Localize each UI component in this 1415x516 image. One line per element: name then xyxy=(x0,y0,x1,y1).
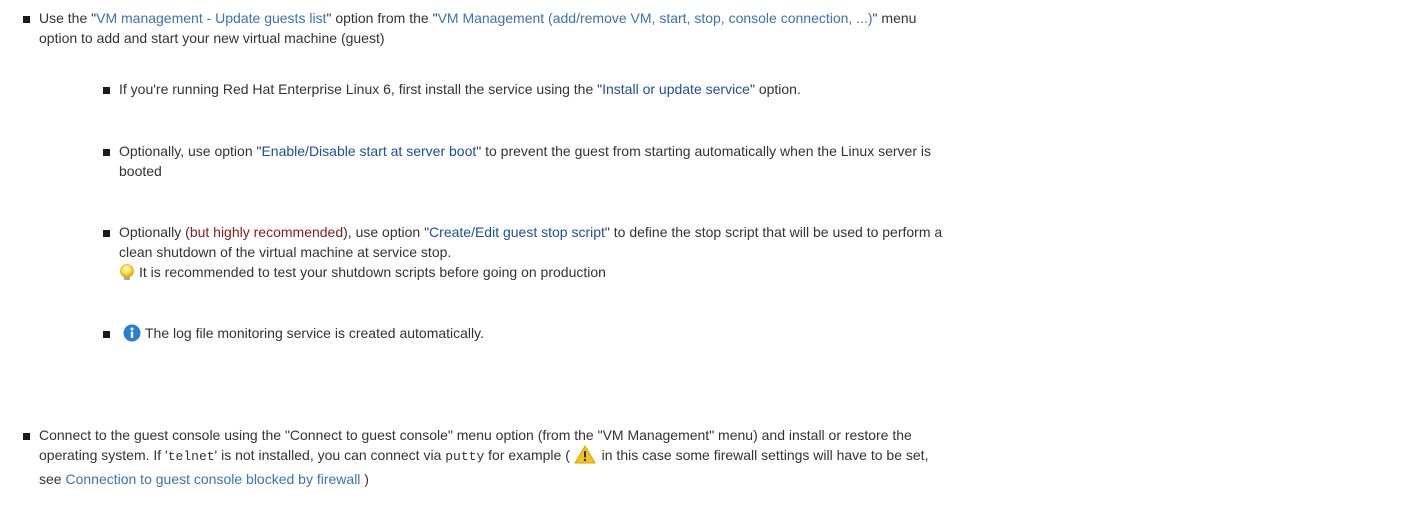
code-telnet: telnet xyxy=(167,449,215,464)
list-item-console: Connect to the guest console using the "… xyxy=(39,427,929,487)
link-update-guests-list[interactable]: VM management - Update guests list xyxy=(96,10,326,26)
list-item-log-monitor: The log file monitoring service is creat… xyxy=(119,323,1399,347)
list-item-stop-script: Optionally (but highly recommended), use… xyxy=(119,222,1399,286)
emphasis-text: but highly recommended xyxy=(189,224,344,240)
warning-icon xyxy=(574,445,596,469)
info-icon xyxy=(123,324,141,347)
bullet xyxy=(103,331,110,338)
list-item-boot: Optionally, use option "Enable/Disable s… xyxy=(119,143,931,179)
link-enable-disable-boot[interactable]: Enable/Disable start at server boot xyxy=(261,143,476,159)
code-putty: putty xyxy=(445,449,485,464)
bullet xyxy=(23,16,30,23)
bullet xyxy=(103,87,110,94)
bullet xyxy=(103,230,110,237)
lightbulb-icon xyxy=(119,264,135,286)
link-install-update-service[interactable]: Install or update service xyxy=(602,81,750,97)
list-item-rhel6: If you're running Red Hat Enterprise Lin… xyxy=(119,81,801,97)
bullet xyxy=(103,149,110,156)
link-vm-management-menu[interactable]: VM Management (add/remove VM, start, sto… xyxy=(438,10,873,26)
bullet xyxy=(23,433,30,440)
list-item-add-vm: Use the "VM management - Update guests l… xyxy=(39,10,917,46)
link-console-blocked-firewall[interactable]: Connection to guest console blocked by f… xyxy=(65,471,360,487)
link-create-edit-stop-script[interactable]: Create/Edit guest stop script xyxy=(429,224,605,240)
